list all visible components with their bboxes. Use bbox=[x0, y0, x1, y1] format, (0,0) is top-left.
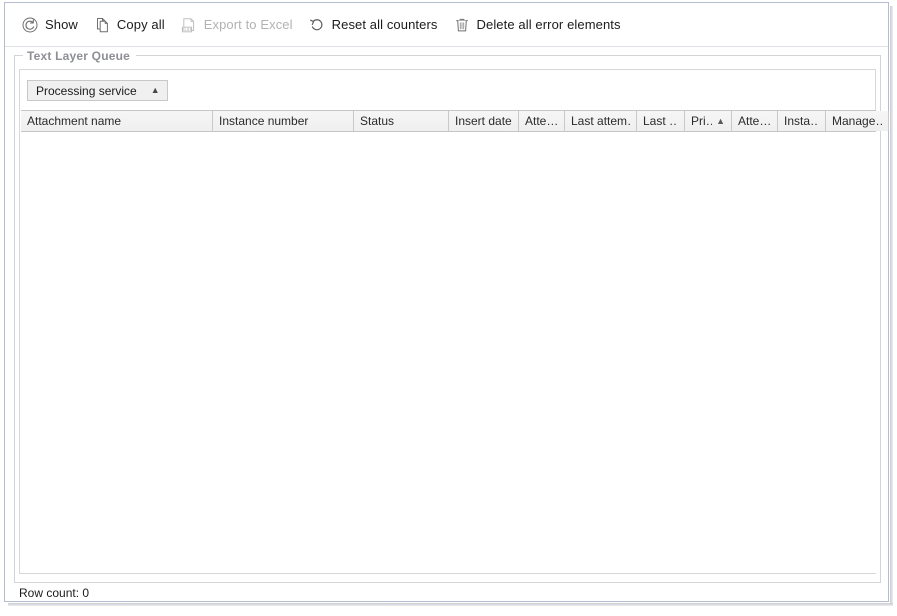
svg-text:XLSX: XLSX bbox=[181, 26, 192, 31]
grid-body[interactable] bbox=[21, 132, 876, 572]
grid-column-header[interactable]: Atte… bbox=[519, 111, 565, 131]
processing-service-dropdown-value: Processing service bbox=[36, 83, 137, 98]
export-to-excel-button-label: Export to Excel bbox=[203, 17, 293, 32]
grid-column-header-label: Status bbox=[360, 114, 395, 128]
show-button-label: Show bbox=[45, 17, 78, 32]
copy-all-button[interactable]: Copy all bbox=[91, 12, 172, 38]
grid-column-header[interactable]: Insta… bbox=[778, 111, 826, 131]
grid-column-header-label: Insta… bbox=[784, 114, 819, 128]
filter-row: Processing service ▲ bbox=[20, 70, 875, 110]
window-shadow-right bbox=[890, 6, 893, 606]
grid-column-header[interactable]: Last … bbox=[637, 111, 685, 131]
grid-column-header-label: Pri… bbox=[691, 114, 712, 128]
export-to-excel-button[interactable]: XLSX Export to Excel bbox=[178, 12, 300, 38]
row-count-label: Row count: 0 bbox=[19, 585, 90, 600]
delete-all-error-elements-button[interactable]: Delete all error elements bbox=[451, 12, 628, 38]
copy-pages-icon bbox=[93, 16, 111, 34]
grid-column-header[interactable]: Pri… ▲ bbox=[685, 111, 732, 131]
chevron-up-icon: ▲ bbox=[150, 85, 160, 95]
grid-column-header-label: Last … bbox=[643, 114, 678, 128]
sort-ascending-icon: ▲ bbox=[716, 115, 725, 126]
grid-column-header[interactable]: Last attem… bbox=[565, 111, 637, 131]
refresh-circle-icon bbox=[21, 16, 39, 34]
delete-all-error-elements-button-label: Delete all error elements bbox=[476, 17, 621, 32]
grid-column-header-label: Manage… bbox=[832, 114, 882, 128]
grid-column-header-label: Insert date bbox=[455, 114, 512, 128]
grid-column-header[interactable]: Attachment name bbox=[21, 111, 213, 131]
grid-column-header-label: Last attem… bbox=[571, 114, 630, 128]
grid-column-header-label: Atte… bbox=[738, 114, 771, 128]
copy-all-button-label: Copy all bbox=[116, 17, 165, 32]
grid-column-header[interactable]: Insert date bbox=[449, 111, 519, 131]
trash-icon bbox=[453, 16, 471, 34]
application-window: Show Copy all XLSX Export to Excel Reset… bbox=[4, 2, 889, 602]
grid-column-header[interactable]: Manage… bbox=[826, 111, 889, 131]
grid-column-header-label: Instance number bbox=[219, 114, 309, 128]
reset-all-counters-button[interactable]: Reset all counters bbox=[306, 12, 445, 38]
show-button[interactable]: Show bbox=[19, 12, 85, 38]
reset-counter-icon bbox=[308, 16, 326, 34]
grid-column-header-label: Atte… bbox=[525, 114, 558, 128]
reset-all-counters-button-label: Reset all counters bbox=[331, 17, 438, 32]
queue-data-grid[interactable]: Attachment name Instance number Status Inse… bbox=[21, 110, 889, 573]
processing-service-dropdown[interactable]: Processing service ▲ bbox=[27, 80, 168, 101]
status-bar: Row count: 0 bbox=[14, 583, 881, 602]
grid-column-header[interactable]: Status bbox=[354, 111, 449, 131]
queue-panel: Processing service ▲ Attachment name Inst… bbox=[19, 69, 889, 574]
export-xlsx-icon: XLSX bbox=[180, 16, 198, 34]
window-shadow-bottom bbox=[8, 603, 893, 606]
grid-column-header[interactable]: Atte… bbox=[732, 111, 778, 131]
grid-column-header-label: Attachment name bbox=[27, 114, 122, 128]
toolbar: Show Copy all XLSX Export to Excel Reset… bbox=[5, 3, 888, 47]
grid-column-header[interactable]: Instance number bbox=[213, 111, 354, 131]
grid-header-row: Attachment name Instance number Status Inse… bbox=[21, 110, 889, 132]
